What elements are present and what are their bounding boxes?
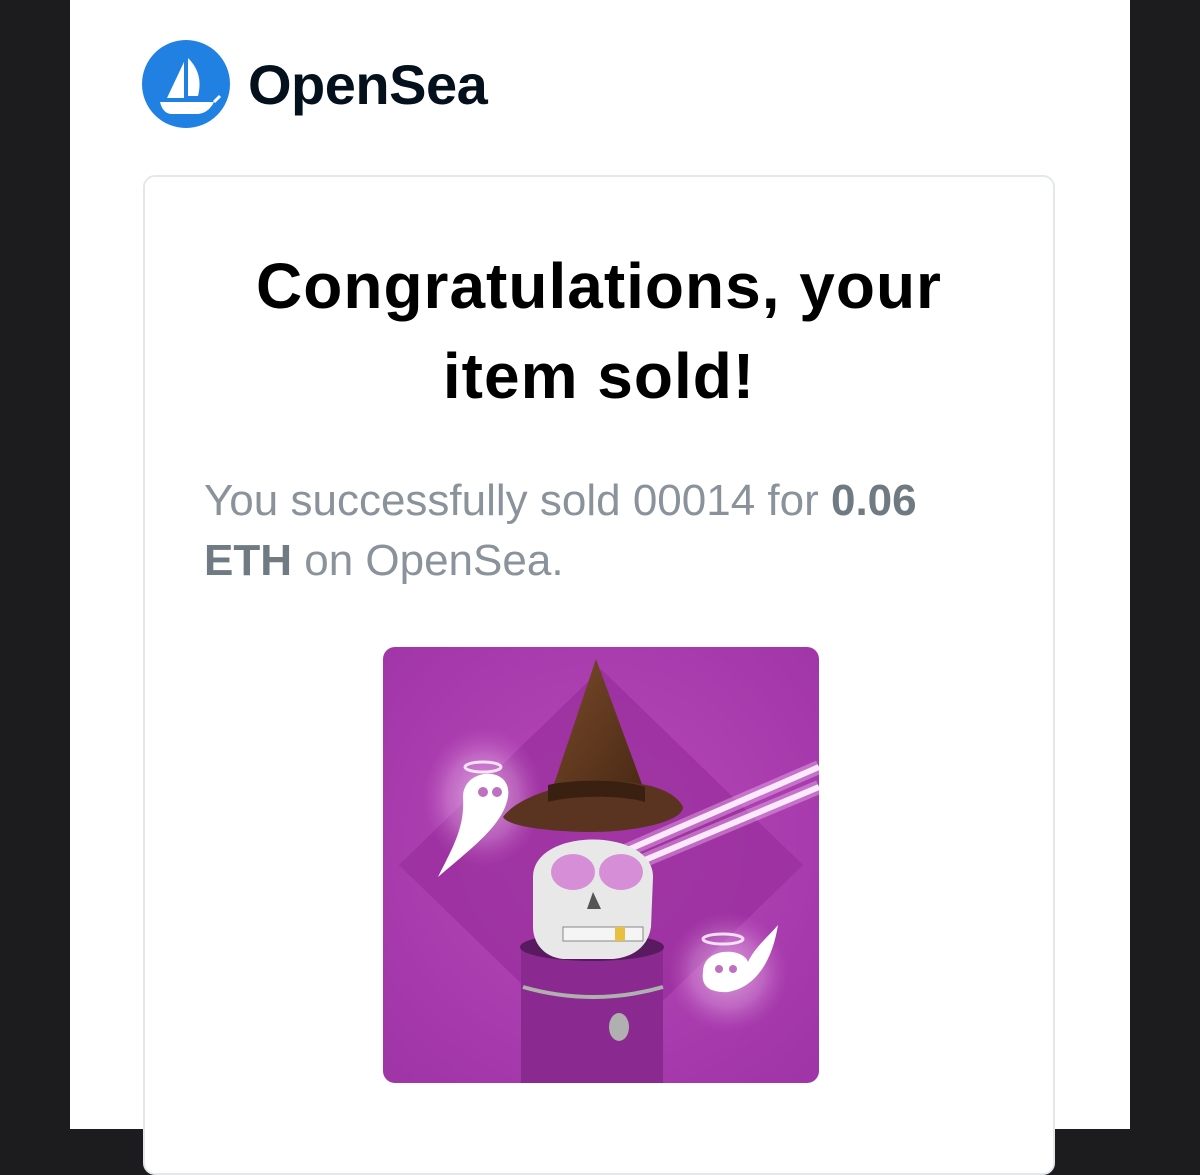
message-suffix: on OpenSea.	[292, 536, 564, 585]
opensea-brand[interactable]: OpenSea	[142, 40, 488, 128]
sale-notification-card: Congratulations, your item sold! You suc…	[143, 175, 1055, 1175]
opensea-logo-icon	[142, 40, 230, 128]
card-title: Congratulations, your item sold!	[256, 250, 942, 412]
brand-name: OpenSea	[248, 52, 488, 116]
skeleton-wizard-nft-icon	[383, 647, 819, 1083]
sale-message: You successfully sold 00014 for 0.06 ETH…	[204, 471, 993, 591]
email-page: OpenSea Congratulations, your item sold!…	[70, 0, 1130, 1175]
message-prefix: You successfully sold 00014 for	[204, 476, 831, 525]
nft-item-image[interactable]	[383, 647, 819, 1083]
